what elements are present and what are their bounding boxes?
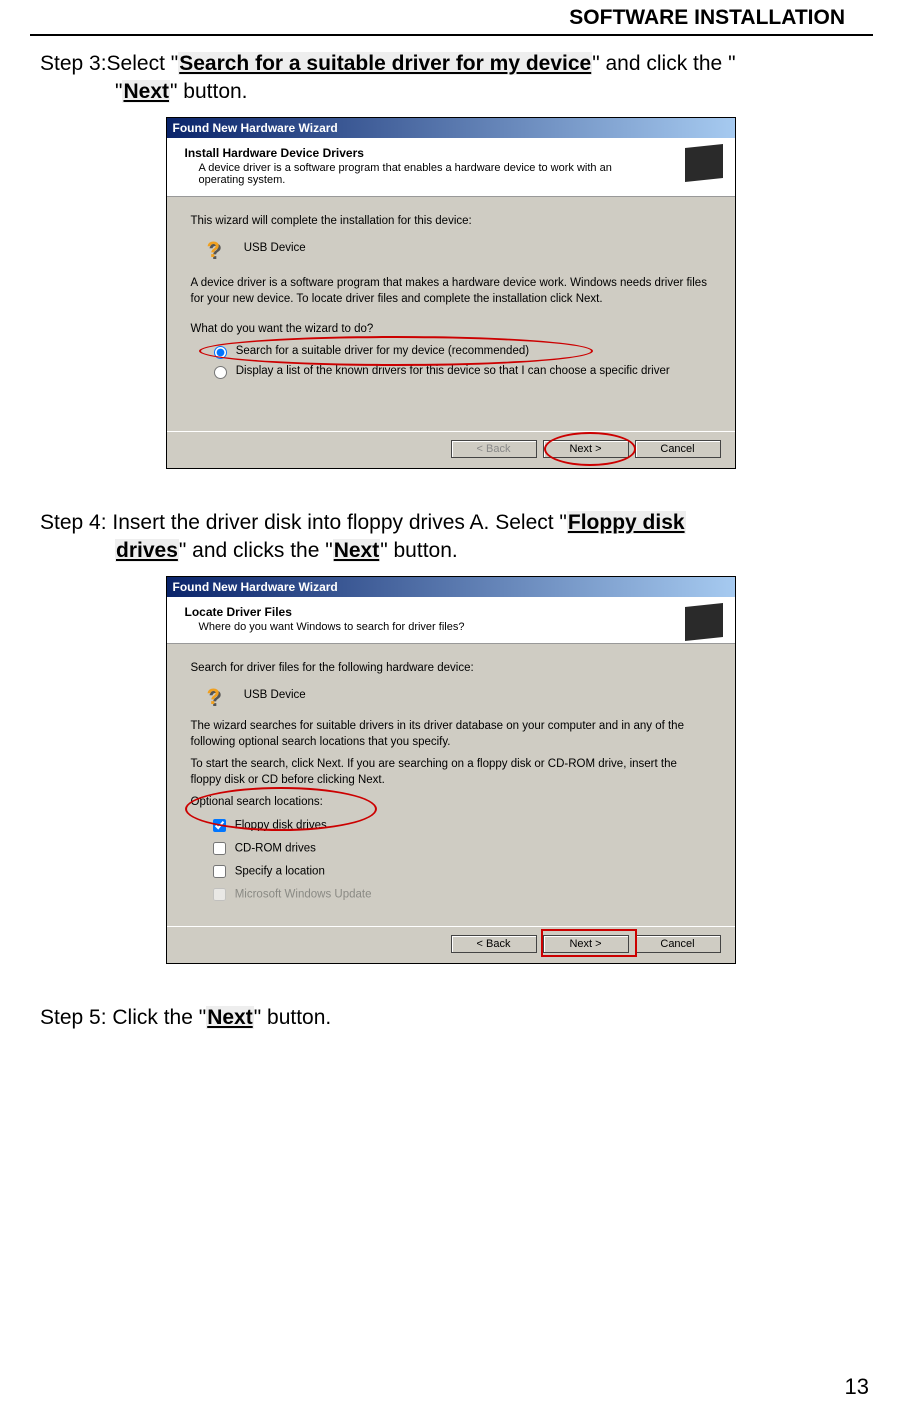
wizard2-heading: Locate Driver Files	[185, 605, 721, 619]
wizard1-radio2-row[interactable]: Display a list of the known drivers for …	[209, 363, 711, 379]
check-update-row: Microsoft Windows Update	[209, 885, 711, 904]
wizard2-intro: Search for driver files for the followin…	[191, 660, 711, 676]
hardware-icon	[685, 144, 723, 182]
step5-text: Step 5: Click the "Next" button.	[40, 1004, 861, 1032]
check-cdrom-row[interactable]: CD-ROM drives	[209, 839, 711, 858]
wizard2-button-bar: < Back Next > Cancel	[167, 926, 735, 963]
hardware-icon	[685, 603, 723, 641]
check-specify-row[interactable]: Specify a location	[209, 862, 711, 881]
check-specify-label: Specify a location	[235, 866, 325, 878]
wizard2-opt-label: Optional search locations:	[191, 794, 711, 810]
back-button[interactable]: < Back	[451, 935, 537, 953]
wizard1-titlebar: Found New Hardware Wizard	[167, 118, 735, 138]
wizard1-button-bar: < Back Next > Cancel	[167, 431, 735, 468]
step3-emph2: Next	[122, 80, 170, 103]
question-icon	[205, 682, 231, 708]
wizard1-body: This wizard will complete the installati…	[167, 197, 735, 431]
wizard1-intro: This wizard will complete the installati…	[191, 213, 711, 229]
step3-pre: Step 3:Select "	[40, 52, 178, 75]
question-icon	[205, 235, 231, 261]
page-number: 13	[845, 1374, 869, 1400]
step5-emph1: Next	[206, 1006, 254, 1029]
step3-text: Step 3:Select "Search for a suitable dri…	[40, 50, 861, 107]
check-cdrom[interactable]	[213, 842, 226, 855]
step3-mid: " and click the "	[592, 52, 735, 75]
check-specify[interactable]	[213, 865, 226, 878]
step3-emph1: Search for a suitable driver for my devi…	[178, 52, 592, 75]
page-header: SOFTWARE INSTALLATION	[30, 0, 873, 36]
step3-post: " button.	[170, 80, 248, 103]
step4-post: " button.	[380, 539, 458, 562]
wizard2-desc2: To start the search, click Next. If you …	[191, 756, 711, 788]
step4-pre: Step 4: Insert the driver disk into flop…	[40, 511, 567, 534]
check-floppy-label: Floppy disk drives	[235, 820, 327, 832]
step4-emph1-cont: drives	[115, 539, 179, 562]
wizard2-desc1: The wizard searches for suitable drivers…	[191, 718, 711, 750]
wizard1-radio1-row[interactable]: Search for a suitable driver for my devi…	[209, 343, 711, 359]
cancel-button[interactable]: Cancel	[635, 440, 721, 458]
wizard2-titlebar: Found New Hardware Wizard	[167, 577, 735, 597]
back-button: < Back	[451, 440, 537, 458]
wizard1-desc: A device driver is a software program th…	[191, 275, 711, 307]
check-floppy-row[interactable]: Floppy disk drives	[209, 816, 711, 835]
check-floppy[interactable]	[213, 819, 226, 832]
wizard2-device-row: USB Device	[205, 682, 711, 708]
step4-mid: " and clicks the "	[179, 539, 333, 562]
radio-display-list[interactable]	[214, 366, 227, 379]
radio-search-suitable-label: Search for a suitable driver for my devi…	[236, 345, 529, 357]
wizard1-device: USB Device	[244, 242, 306, 254]
wizard1-heading: Install Hardware Device Drivers	[185, 146, 721, 160]
cancel-button[interactable]: Cancel	[635, 935, 721, 953]
wizard-step3-dialog: Found New Hardware Wizard Install Hardwa…	[166, 117, 736, 469]
wizard2-subheading: Where do you want Windows to search for …	[199, 621, 619, 633]
radio-display-list-label: Display a list of the known drivers for …	[236, 365, 670, 377]
check-update	[213, 888, 226, 901]
check-update-label: Microsoft Windows Update	[235, 889, 372, 901]
wizard-step4-dialog: Found New Hardware Wizard Locate Driver …	[166, 576, 736, 965]
wizard1-subheading: A device driver is a software program th…	[199, 162, 619, 186]
wizard2-header: Locate Driver Files Where do you want Wi…	[167, 597, 735, 644]
next-button[interactable]: Next >	[543, 440, 629, 458]
step4-emph2: Next	[333, 539, 381, 562]
step4-text: Step 4: Insert the driver disk into flop…	[40, 509, 861, 566]
step5-post: " button.	[254, 1006, 332, 1029]
radio-search-suitable[interactable]	[214, 346, 227, 359]
wizard1-device-row: USB Device	[205, 235, 711, 261]
check-cdrom-label: CD-ROM drives	[235, 843, 316, 855]
step4-emph1: Floppy disk	[567, 511, 686, 534]
wizard1-header: Install Hardware Device Drivers A device…	[167, 138, 735, 197]
step5-pre: Step 5: Click the "	[40, 1006, 206, 1029]
wizard2-device: USB Device	[244, 689, 306, 701]
wizard1-question: What do you want the wizard to do?	[191, 321, 711, 337]
wizard2-body: Search for driver files for the followin…	[167, 644, 735, 927]
next-button[interactable]: Next >	[543, 935, 629, 953]
